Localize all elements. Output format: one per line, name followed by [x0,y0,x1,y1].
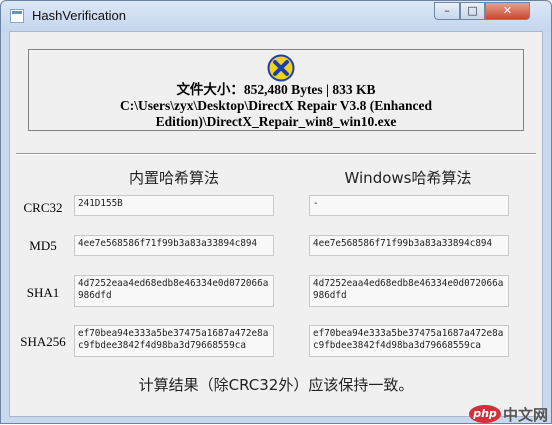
client-area: 文件大小：852,480 Bytes | 833 KB C:\Users\zyx… [9,31,543,417]
windows-hash-header: Windows哈希算法 [344,169,472,187]
section-divider [16,153,536,155]
watermark-text: 中文网 [503,406,549,424]
md5-builtin-field[interactable]: 4ee7e568586f71f99b3a83a33894c894 [74,235,274,256]
file-size-line: 文件大小：852,480 Bytes | 833 KB [176,82,376,97]
consistency-note: 计算结果（除CRC32外）应该保持一致。 [138,376,414,394]
builtin-hash-header: 内置哈希算法 [128,169,219,187]
window-title: HashVerification [32,8,126,23]
maximize-button[interactable]: □ [460,2,485,20]
sha1-builtin-field[interactable]: 4d7252eaa4ed68edb8e46334e0d072066a986dfd [74,275,274,307]
app-window-icon [10,9,24,23]
warning-x-icon [267,54,295,82]
close-button[interactable]: ✕ [485,2,530,20]
sha256-label: SHA256 [20,334,66,349]
md5-label: MD5 [29,238,57,253]
app-window: HashVerification – □ ✕ 文件大小：852,480 Byte… [0,0,552,424]
file-info-text: 文件大小：852,480 Bytes | 833 KB C:\Users\zyx… [29,82,523,130]
crc32-builtin-field[interactable]: 241D155B [74,195,274,216]
minimize-button[interactable]: – [434,2,460,20]
file-info-box: 文件大小：852,480 Bytes | 833 KB C:\Users\zyx… [28,49,524,131]
sha256-builtin-field[interactable]: ef70bea94e333a5be37475a1687a472e8ac9fbde… [74,325,274,357]
sha1-label: SHA1 [26,285,60,300]
sha256-windows-field[interactable]: ef70bea94e333a5be37475a1687a472e8ac9fbde… [309,325,509,357]
php-logo-badge: php [469,405,501,423]
title-bar[interactable]: HashVerification – □ ✕ [1,1,551,31]
sha1-windows-field[interactable]: 4d7252eaa4ed68edb8e46334e0d072066a986dfd [309,275,509,307]
crc32-windows-field[interactable]: - [309,195,509,216]
md5-windows-field[interactable]: 4ee7e568586f71f99b3a83a33894c894 [309,235,509,256]
file-path-line-1: C:\Users\zyx\Desktop\DirectX Repair V3.8… [120,98,432,113]
crc32-label: CRC32 [23,200,63,215]
site-watermark: php 中文网 [469,403,552,425]
file-path-line-2: Edition)\DirectX_Repair_win8_win10.exe [155,114,397,129]
